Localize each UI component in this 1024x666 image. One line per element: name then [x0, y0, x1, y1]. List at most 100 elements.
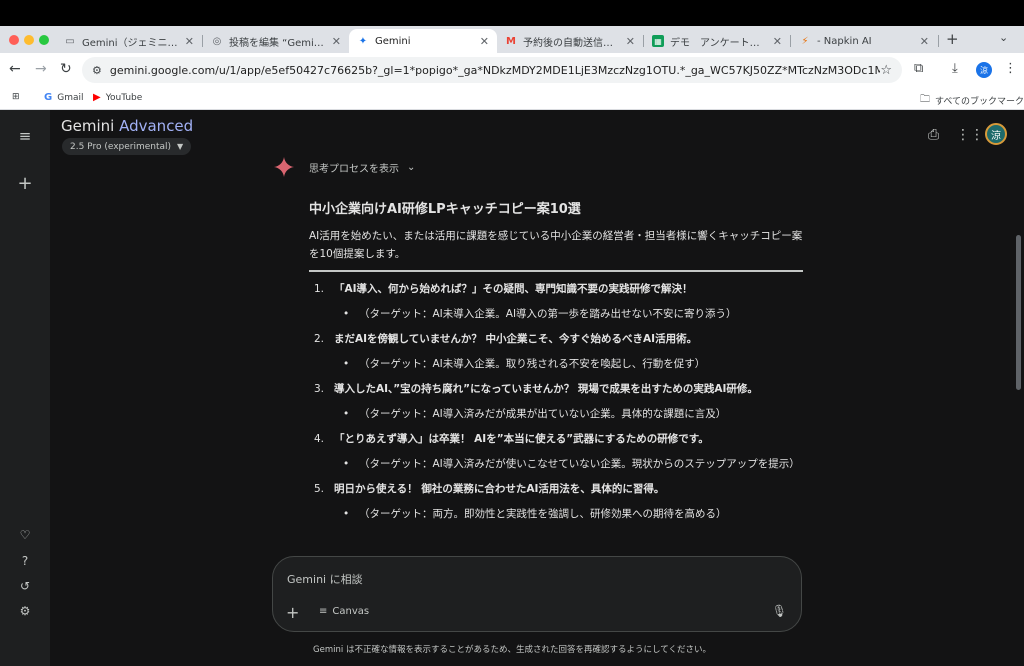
list-item-text: 「とりあえず導入」は卒業！ AIを”本当に使える”武器にするための研修です。 [334, 433, 709, 445]
google-icon: G [44, 92, 53, 103]
canvas-icon: ≡ [319, 606, 328, 617]
forward-arrow-icon[interactable]: → [35, 61, 47, 77]
canvas-button[interactable]: ≡ Canvas [319, 606, 369, 617]
list-item-sub: • （ターゲット：AI未導入企業。取り残される不安を喚起し、行動を促す） [309, 355, 803, 373]
list-item-title: 2. まだAIを傍観していませんか？ 中小企業こそ、今すぐ始めるべきAI活用術。 [309, 330, 803, 355]
list-number: 4. [314, 433, 325, 445]
bullet: • [343, 408, 350, 420]
close-tab-icon[interactable]: ✕ [332, 35, 341, 48]
bookmark-label: YouTube [105, 92, 143, 103]
close-window-button[interactable] [9, 35, 19, 45]
extensions-icon[interactable]: ⧉ [914, 61, 923, 76]
document-icon: ▭ [65, 35, 75, 47]
bookmark-youtube[interactable]: ▶ YouTube [93, 92, 142, 103]
list-item-note: （ターゲット：AI未導入企業。取り残される不安を喚起し、行動を促す） [359, 358, 706, 370]
system-top-bar [0, 0, 1024, 26]
tab-title: Gemini（ジェミニ）とは？ [82, 37, 181, 49]
minimize-window-button[interactable] [24, 35, 34, 45]
prompt-input-box[interactable]: Gemini に相談 + ≡ Canvas 🎙 [272, 556, 802, 632]
close-tab-icon[interactable]: ✕ [920, 35, 929, 48]
tab-divider [938, 35, 939, 47]
browser-tab[interactable]: ▭ Gemini（ジェミニ）とは？ ✕ [56, 29, 202, 53]
settings-gear-icon[interactable]: ⚙ [16, 604, 34, 618]
list-item-sub: • （ターゲット：両方。即効性と実践性を強調し、研修効果への期待を高める） [309, 505, 803, 523]
tab-title: Gemini [375, 35, 411, 47]
tab-title: 予約後の自動送信メールの [523, 37, 622, 49]
list-item-note: （ターゲット：AI導入済みだが成果が出ていない企業。具体的な課題に言及） [359, 408, 727, 420]
gem-manager-icon[interactable]: ♡ [16, 528, 34, 542]
scrollbar-thumb[interactable] [1016, 235, 1021, 390]
google-apps-grid-icon[interactable]: ⋮⋮ [956, 127, 984, 143]
zoom-window-button[interactable] [39, 35, 49, 45]
browser-tab[interactable]: ◎ 投稿を編集 “Gemini（ジェミ ✕ [203, 29, 349, 53]
list-item-title: 5. 明日から使える！ 御社の業務に合わせたAI活用法を、具体的に習得。 [309, 480, 803, 505]
bookmark-star-icon[interactable]: ☆ [880, 63, 892, 78]
new-chat-plus-icon[interactable]: + [16, 173, 34, 194]
gemini-app: ≡ + ♡ ? ↺ ⚙ Gemini Advanced 2.5 Pro (exp… [0, 110, 1024, 666]
sheets-icon: ▦ [652, 35, 664, 47]
browser-tab[interactable]: M 予約後の自動送信メールの ✕ [497, 29, 643, 53]
site-settings-icon[interactable]: ⚙ [92, 64, 102, 77]
list-item-sub: • （ターゲット：AI導入済みだが使いこなせていない企業。現状からのステップアップ… [309, 455, 803, 473]
list-number: 2. [314, 333, 325, 345]
prompt-placeholder: Gemini に相談 [287, 573, 363, 586]
close-tab-icon[interactable]: ✕ [185, 35, 194, 48]
activity-history-icon[interactable]: ↺ [16, 579, 34, 593]
model-selector[interactable]: 2.5 Pro (experimental) ▼ [62, 138, 192, 155]
browser-profile-avatar[interactable]: 涼 [976, 62, 992, 78]
copy-list: 1. 「AI導入、何から始めれば？」その疑問、専門知識不要の実践研修で解決！ • （… [309, 280, 803, 523]
tab-title: 投稿を編集 “Gemini（ジェミ [229, 37, 328, 49]
gmail-icon: M [506, 35, 516, 47]
list-number: 1. [314, 283, 325, 295]
tab-title: デモ アンケート結果 - Go [670, 37, 769, 49]
gemini-sparkle-icon [274, 157, 294, 177]
all-bookmarks-folder[interactable]: 🗀 すべてのブックマーク [920, 92, 1024, 109]
browser-toolbar: ← → ↻ ⚙ gemini.google.com/u/1/app/e5ef50… [0, 53, 1024, 87]
url-text: gemini.google.com/u/1/app/e5ef50427c7662… [109, 63, 881, 77]
list-item-sub: • （ターゲット：AI未導入企業。AI導入の第一歩を踏み出せない不安に寄り添う） [309, 305, 803, 323]
thinking-label: 思考プロセスを表示 [309, 164, 399, 175]
download-icon[interactable]: ⤓ [952, 61, 958, 76]
close-tab-icon[interactable]: ✕ [626, 35, 635, 48]
list-item-text: 「AI導入、何から始めれば？」その疑問、専門知識不要の実践研修で解決！ [334, 283, 693, 295]
chevron-down-icon: ⌄ [407, 162, 416, 173]
tab-title: - Napkin AI [817, 35, 872, 47]
browser-menu-icon[interactable]: ⋮ [1004, 61, 1017, 76]
divider [309, 270, 803, 272]
microphone-icon[interactable]: 🎙 [772, 604, 787, 618]
wordpress-icon: ◎ [212, 35, 222, 47]
close-tab-icon[interactable]: ✕ [773, 35, 782, 48]
browser-tab[interactable]: ▦ デモ アンケート結果 - Go ✕ [644, 29, 790, 53]
close-tab-icon[interactable]: ✕ [480, 35, 489, 48]
user-avatar[interactable]: 涼 [985, 123, 1007, 145]
folder-icon: 🗀 [920, 94, 930, 105]
new-tab-button[interactable]: + [946, 30, 959, 48]
apps-grid-icon[interactable]: ⊞ [12, 92, 20, 102]
help-icon[interactable]: ? [16, 554, 34, 568]
menu-icon[interactable]: ≡ [16, 127, 34, 145]
bookmark-gmail[interactable]: G Gmail [44, 92, 83, 103]
address-bar[interactable]: ⚙ gemini.google.com/u/1/app/e5ef50427c76… [82, 57, 902, 83]
napkin-icon: ⚡ [801, 35, 809, 47]
print-icon[interactable]: ⎙ [928, 127, 939, 143]
response-title: 中小企業向けAI研修LPキャッチコピー案10選 [309, 202, 581, 217]
bookmarks-bar: ⊞ G Gmail ▶ YouTube 🗀 すべてのブックマーク [0, 87, 1024, 110]
dropdown-caret-icon: ▼ [177, 142, 184, 151]
bookmark-label: Gmail [57, 92, 84, 103]
browser-tab[interactable]: ⚡ - Napkin AI ✕ [791, 29, 937, 53]
brand-advanced-label: Advanced [119, 117, 194, 135]
list-item-title: 4. 「とりあえず導入」は卒業！ AIを”本当に使える”武器にするための研修です。 [309, 430, 803, 455]
all-bookmarks-label: すべてのブックマーク [935, 97, 1024, 107]
list-item-note: （ターゲット：AI未導入企業。AI導入の第一歩を踏み出せない不安に寄り添う） [359, 308, 737, 320]
list-item-title: 3. 導入したAI、”宝の持ち腐れ”になっていませんか？ 現場で成果を出すための実… [309, 380, 803, 405]
show-thinking-toggle[interactable]: 思考プロセスを表示 ⌄ [309, 160, 415, 175]
back-arrow-icon[interactable]: ← [9, 61, 21, 77]
browser-tab-active[interactable]: ✦ Gemini ✕ [349, 29, 497, 53]
bullet: • [343, 358, 350, 370]
upload-plus-icon[interactable]: + [286, 603, 299, 622]
reload-icon[interactable]: ↻ [60, 61, 72, 77]
tab-search-chevron-icon[interactable]: ⌄ [999, 31, 1008, 44]
list-item-text: 明日から使える！ 御社の業務に合わせたAI活用法を、具体的に習得。 [334, 483, 665, 495]
list-item-text: まだAIを傍観していませんか？ 中小企業こそ、今すぐ始めるべきAI活用術。 [334, 333, 698, 345]
bullet: • [343, 508, 350, 520]
